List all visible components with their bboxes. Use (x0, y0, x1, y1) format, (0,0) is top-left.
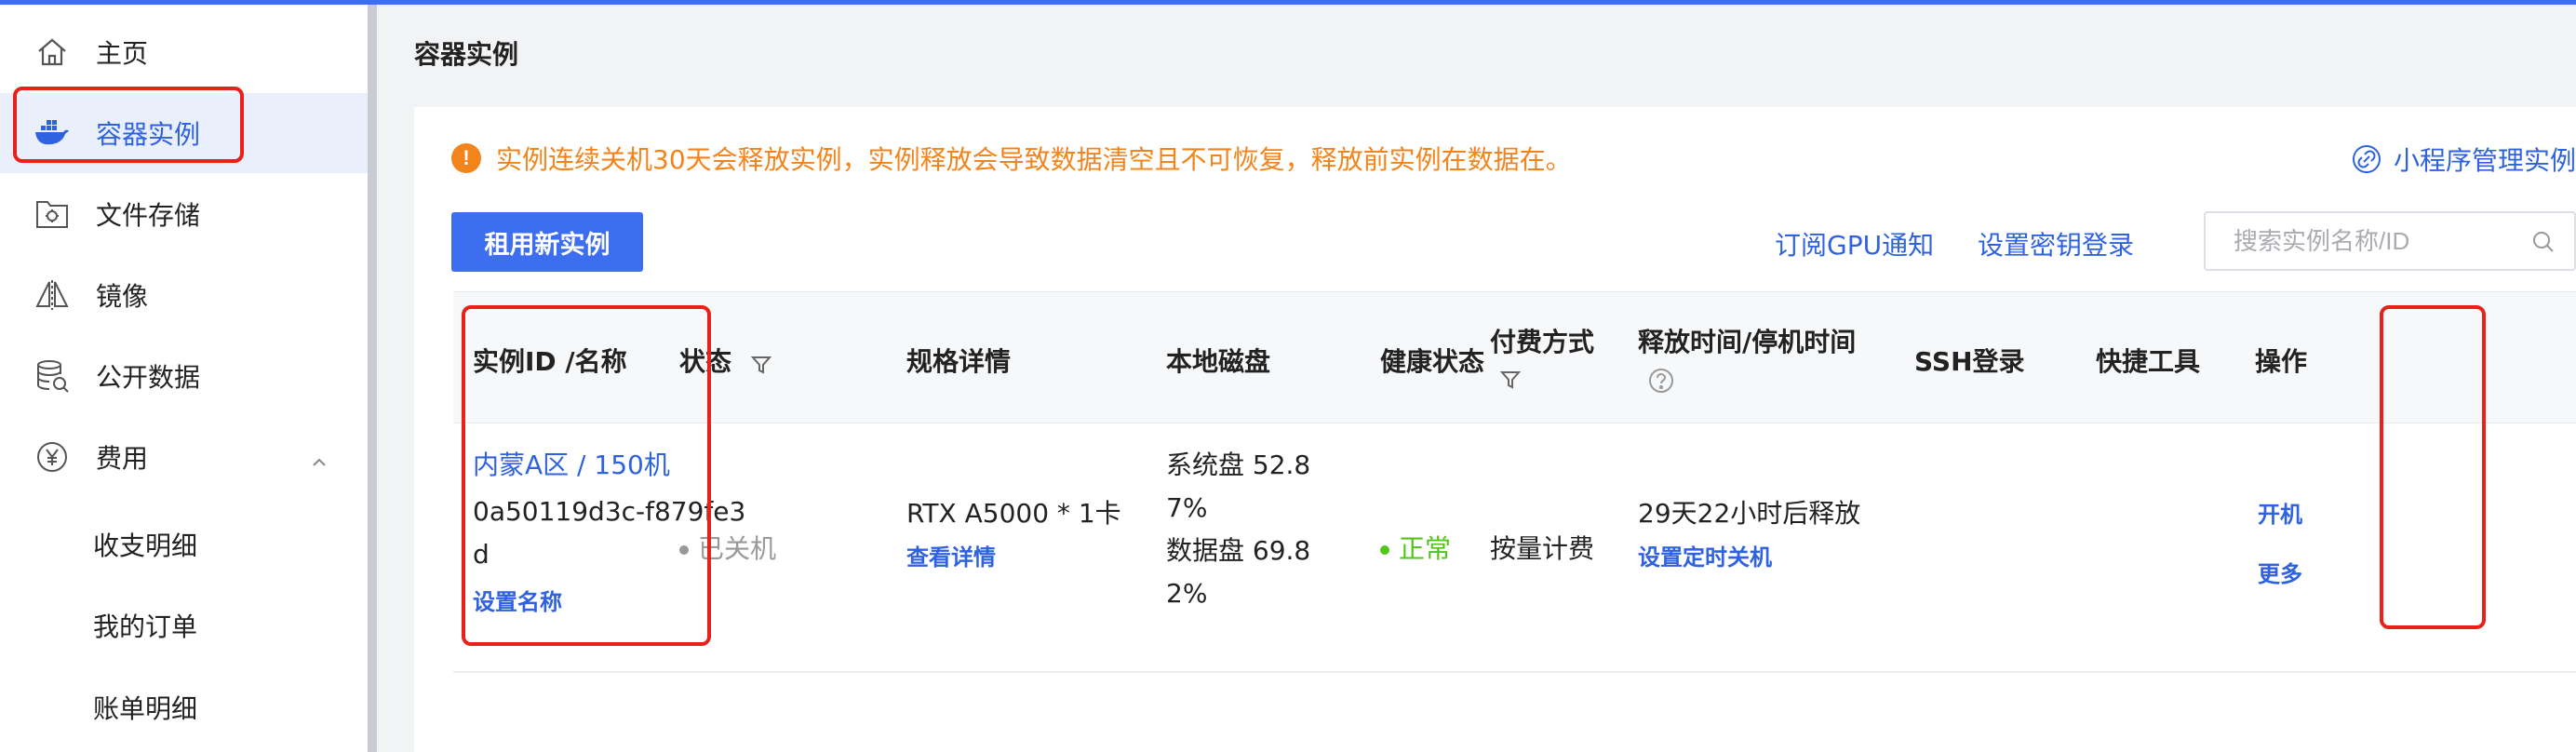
status-dot (679, 545, 689, 555)
more-button[interactable]: 更多 (2258, 552, 2302, 596)
schedule-shutdown-text: 设置定时关机 (1638, 544, 1772, 571)
database-icon (34, 357, 71, 395)
health-dot (1380, 545, 1389, 555)
instance-id-line2: d (473, 539, 490, 570)
status-cell: 已关机 (679, 528, 776, 571)
search-box (2204, 211, 2576, 271)
yuan-icon (34, 438, 71, 476)
main-content: 容器实例 ! 实例连续关机30天会释放实例，实例释放会导致数据清空且不可恢复，释… (377, 5, 2576, 752)
search-icon[interactable] (2531, 230, 2556, 254)
sidebar: 主页 容器实例 文件存储 镜像 公开数据 费用 收支明细 我的订单 账单明细 (0, 5, 368, 752)
sidebar-item-label: 收支明细 (93, 530, 198, 561)
sidebar-item-container-instances[interactable]: 容器实例 (0, 93, 368, 173)
view-details-text: 查看详情 (906, 544, 996, 571)
col-spec: 规格详情 (906, 346, 1012, 377)
set-name-text: 设置名称 (473, 589, 562, 615)
table-header: 实例ID /名称 状态 规格详情 本地磁盘 健康状态 付费方式 释放时间/停机时… (453, 291, 2576, 423)
storage-box-icon (34, 195, 71, 233)
sidebar-item-label: 文件存储 (96, 200, 201, 231)
col-local-disk: 本地磁盘 (1166, 346, 1271, 377)
instance-region-link[interactable]: 内蒙A区 / 150机 (473, 444, 670, 487)
filter-icon[interactable] (1499, 369, 1522, 391)
col-actions: 操作 (2255, 346, 2308, 377)
sidebar-item-label: 镜像 (96, 281, 149, 312)
disk-data-line1: 数据盘 69.8 (1166, 535, 1311, 566)
col-quick-tools: 快捷工具 (2096, 346, 2201, 377)
sidebar-item-label: 账单明细 (93, 693, 198, 724)
sidebar-item-file-storage[interactable]: 文件存储 (0, 174, 368, 254)
filter-icon[interactable] (750, 352, 772, 374)
sidebar-item-billing[interactable]: 费用 (0, 417, 368, 497)
sidebar-item-my-orders[interactable]: 我的订单 (0, 585, 368, 665)
health-text: 正常 (1399, 533, 1452, 564)
warning-notice: ! 实例连续关机30天会释放实例，实例释放会导致数据清空且不可恢复，释放前实例在… (451, 140, 1572, 177)
col-status-label: 状态 (679, 346, 732, 377)
sidebar-item-public-data[interactable]: 公开数据 (0, 336, 368, 416)
col-ssh-login: SSH登录 (1914, 346, 2025, 377)
disk-system-line1: 系统盘 52.8 (1166, 450, 1311, 480)
mini-program-label: 小程序管理实例 (2393, 145, 2576, 176)
spec-text: RTX A5000 * 1卡 (906, 498, 1121, 529)
sidebar-item-label: 我的订单 (93, 611, 198, 642)
help-icon[interactable] (1647, 367, 1675, 395)
col-billing-label: 付费方式 (1490, 327, 1595, 357)
search-input[interactable] (2234, 226, 2513, 256)
page-title: 容器实例 (414, 39, 519, 70)
sidebar-item-label: 容器实例 (96, 119, 201, 150)
chevron-up-icon[interactable] (310, 448, 329, 466)
link-icon (2351, 143, 2382, 175)
set-name-link[interactable]: 设置名称 (473, 580, 562, 624)
table-row: 内蒙A区 / 150机 0a50119d3c-f879fe3 d 设置名称 已关… (453, 423, 2576, 673)
warning-text: 实例连续关机30天会释放实例，实例释放会导致数据清空且不可恢复，释放前实例在数据… (496, 144, 1572, 175)
instances-card: ! 实例连续关机30天会释放实例，实例释放会导致数据清空且不可恢复，释放前实例在… (414, 107, 2576, 752)
sidebar-item-label: 公开数据 (96, 362, 201, 393)
start-button[interactable]: 开机 (2258, 492, 2302, 536)
sidebar-divider (368, 5, 377, 752)
health-cell: 正常 (1380, 528, 1451, 571)
gpu-notify-link[interactable]: 订阅GPU通知 (1775, 225, 1934, 262)
col-release-time: 释放时间/停机时间 (1638, 327, 1857, 357)
sidebar-item-label: 主页 (96, 38, 149, 69)
docker-whale-icon (34, 114, 71, 152)
sidebar-item-income-expense[interactable]: 收支明细 (0, 504, 368, 584)
col-status: 状态 (679, 342, 772, 379)
warning-icon: ! (451, 143, 481, 173)
sidebar-item-home[interactable]: 主页 (0, 12, 368, 92)
home-icon (34, 34, 71, 71)
sidebar-item-label: 费用 (96, 443, 149, 474)
ssh-key-login-link[interactable]: 设置密钥登录 (1978, 225, 2134, 262)
col-health: 健康状态 (1380, 346, 1485, 377)
more-text: 更多 (2258, 561, 2302, 587)
sidebar-item-images[interactable]: 镜像 (0, 255, 368, 335)
billing-text: 按量计费 (1490, 533, 1595, 564)
schedule-shutdown-link[interactable]: 设置定时关机 (1638, 535, 1772, 579)
disk-data-line2: 2% (1166, 578, 1208, 609)
status-text: 已关机 (698, 533, 777, 564)
view-details-link[interactable]: 查看详情 (906, 535, 996, 579)
mini-program-link[interactable]: 小程序管理实例 (2351, 141, 2576, 178)
sidebar-item-bill-details[interactable]: 账单明细 (0, 667, 368, 747)
region-text: 内蒙A区 / 150机 (473, 450, 670, 480)
release-time-text: 29天22小时后释放 (1638, 498, 1861, 529)
image-mirror-icon (34, 276, 71, 314)
start-text: 开机 (2258, 502, 2302, 528)
col-instance-id: 实例ID /名称 (473, 346, 627, 377)
rent-new-instance-button[interactable]: 租用新实例 (451, 212, 643, 272)
disk-system-line2: 7% (1166, 492, 1208, 523)
